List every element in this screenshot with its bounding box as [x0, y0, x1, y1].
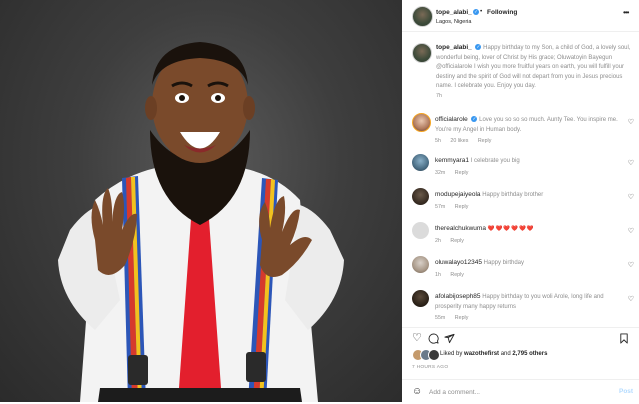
like-comment-heart-icon[interactable]: ♡	[628, 227, 634, 235]
like-comment-heart-icon[interactable]: ♡	[628, 118, 634, 126]
like-heart-icon[interactable]: ♡	[412, 333, 422, 344]
comment-body: Happy birthday brother	[482, 192, 544, 198]
comment-meta: 1h Reply	[435, 272, 472, 278]
comment-time[interactable]: 55m	[435, 315, 445, 321]
like-comment-heart-icon[interactable]: ♡	[628, 295, 634, 303]
share-paper-plane-icon[interactable]	[444, 333, 455, 347]
save-bookmark-icon[interactable]	[619, 333, 629, 347]
reply-button[interactable]: Reply	[455, 170, 469, 176]
commenter-avatar[interactable]	[412, 290, 429, 307]
more-options-icon[interactable]: •••	[623, 8, 629, 17]
post-timestamp[interactable]: 7 HOURS AGO	[412, 365, 448, 370]
comment-meta: 55m Reply	[435, 315, 476, 321]
post-header: tope_alabi_ ✓ • Following Lagos, Nigeria…	[402, 0, 639, 32]
post-photo[interactable]	[0, 0, 402, 402]
author-avatar[interactable]	[412, 6, 433, 27]
reply-button[interactable]: Reply	[455, 204, 469, 210]
comment-meta: 5h 20 likes Reply	[435, 138, 499, 144]
post-comment-button[interactable]: Post	[619, 388, 633, 395]
comment-text: officialarole ✓ Love you so so so much. …	[435, 115, 625, 135]
liked-by-user-link[interactable]: wazothefirst	[464, 351, 499, 357]
following-button[interactable]: Following	[487, 9, 517, 16]
author-username[interactable]: tope_alabi_	[436, 9, 472, 16]
verified-badge-icon: ✓	[473, 9, 479, 15]
comment-text: therealchukwuma ❤️❤️❤️❤️❤️❤️	[435, 224, 625, 235]
reply-button[interactable]: Reply	[450, 238, 464, 244]
liked-by-text: Liked by wazothefirst and 2,795 others	[440, 351, 547, 357]
comment-meta: 57m Reply	[435, 204, 476, 210]
comment-likes[interactable]: 20 likes	[450, 138, 468, 144]
caption-text: tope_alabi_ ✓ Happy birthday to my Son, …	[436, 43, 632, 92]
default-avatar-icon[interactable]	[412, 222, 429, 239]
comment-body: Happy birthday	[483, 260, 525, 266]
commenter-username[interactable]: therealchukwuma	[435, 225, 486, 232]
comment-time[interactable]: 5h	[435, 138, 441, 144]
like-comment-heart-icon[interactable]: ♡	[628, 261, 634, 269]
reply-button[interactable]: Reply	[455, 315, 469, 321]
liker-avatar[interactable]	[428, 349, 440, 361]
add-comment-bar: ☺ Post	[402, 379, 639, 404]
comment-time[interactable]: 1h	[435, 272, 441, 278]
commenter-avatar[interactable]	[412, 188, 429, 205]
comment-text: oluwalayo12345 Happy birthday	[435, 258, 625, 269]
reply-button[interactable]: Reply	[450, 272, 464, 278]
commenter-username[interactable]: kemmyara1	[435, 157, 469, 164]
add-comment-input[interactable]	[429, 386, 599, 398]
caption-username[interactable]: tope_alabi_	[436, 44, 472, 51]
caption-avatar[interactable]	[412, 43, 432, 63]
commenter-avatar[interactable]	[412, 113, 431, 132]
comment-time[interactable]: 57m	[435, 204, 445, 210]
commenter-username[interactable]: oluwalayo12345	[435, 259, 482, 266]
post-location[interactable]: Lagos, Nigeria	[436, 19, 471, 25]
comment-icon[interactable]	[428, 333, 439, 347]
commenter-username[interactable]: officialarole	[435, 116, 468, 123]
post-sidebar: tope_alabi_ ✓ • Following Lagos, Nigeria…	[402, 0, 639, 402]
caption-body: Happy birthday to my Son, a child of God…	[436, 45, 631, 90]
comment-text: afolabijoseph85 Happy birthday to you wo…	[435, 292, 625, 312]
reply-button[interactable]: Reply	[478, 138, 492, 144]
commenter-avatar[interactable]	[412, 154, 429, 171]
likes-count-link[interactable]: 2,795 others	[512, 351, 547, 357]
verified-badge-icon: ✓	[475, 44, 482, 51]
liked-by-and: and	[500, 351, 511, 357]
commenter-username[interactable]: modupejaiyeola	[435, 191, 481, 198]
comment-text: kemmyara1 I celebrate you big	[435, 156, 625, 167]
like-comment-heart-icon[interactable]: ♡	[628, 159, 634, 167]
like-comment-heart-icon[interactable]: ♡	[628, 193, 634, 201]
separator-dot: •	[480, 8, 483, 15]
commenter-username[interactable]: afolabijoseph85	[435, 293, 481, 300]
comment-body: I celebrate you big	[470, 158, 520, 164]
man-in-suspenders-illustration	[58, 42, 344, 402]
comment-body: ❤️❤️❤️❤️❤️❤️	[487, 226, 535, 232]
comment-time[interactable]: 2h	[435, 238, 441, 244]
caption-time[interactable]: 7h	[436, 93, 442, 99]
comment-text: modupejaiyeola Happy birthday brother	[435, 190, 625, 201]
post-actions: ♡ Liked by wazothefirst and 2,795 others…	[402, 327, 639, 403]
comment-meta: 2h Reply	[435, 238, 472, 244]
emoji-smiley-icon[interactable]: ☺	[412, 386, 422, 397]
commenter-avatar[interactable]	[412, 256, 429, 273]
comment-meta: 32m Reply	[435, 170, 476, 176]
liked-by-label: Liked by	[440, 351, 463, 357]
verified-badge-icon: ✓	[471, 116, 478, 123]
comment-time[interactable]: 32m	[435, 170, 445, 176]
